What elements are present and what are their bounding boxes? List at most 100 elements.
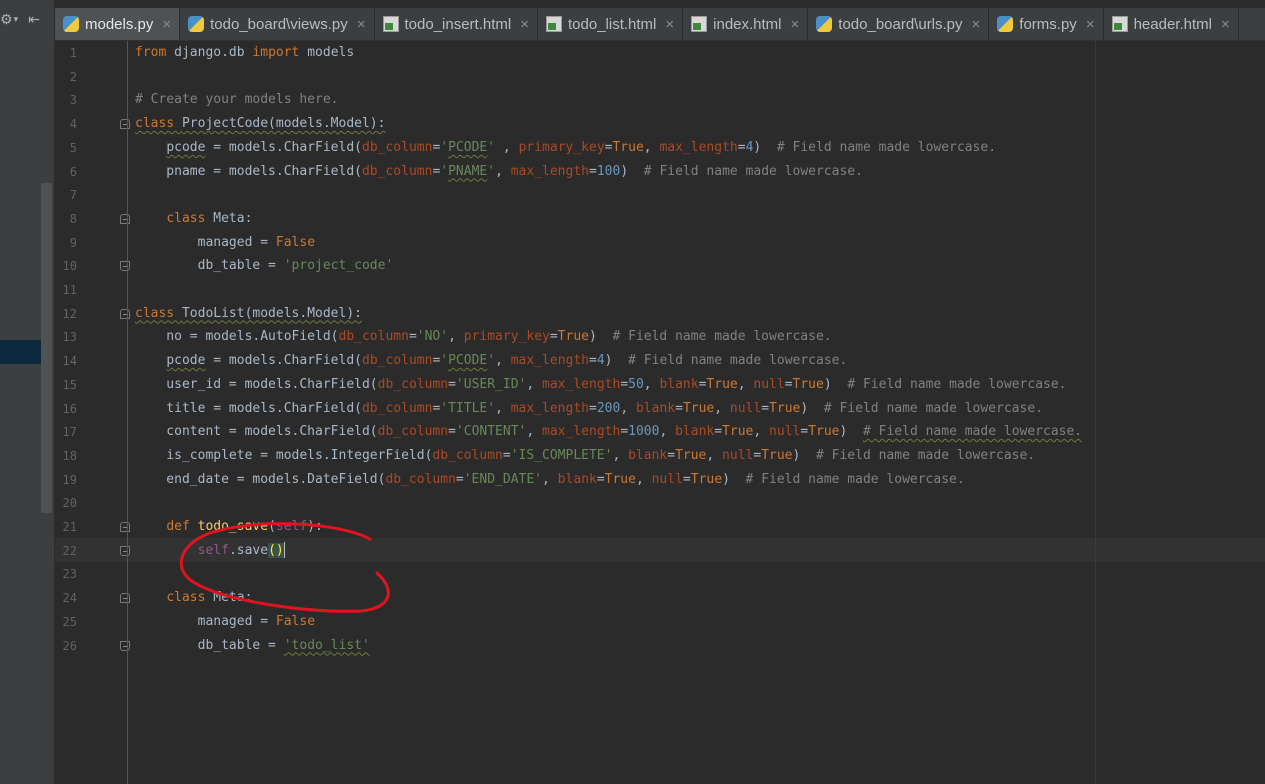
code-line[interactable]: class ProjectCode(models.Model): bbox=[135, 112, 385, 136]
code-line[interactable]: content = models.CharField(db_column='CO… bbox=[135, 420, 1082, 444]
code-token: ( bbox=[268, 519, 276, 534]
collapse-left-icon[interactable]: ⇤ bbox=[28, 12, 40, 28]
close-icon[interactable]: × bbox=[357, 16, 366, 33]
code-line[interactable]: class Meta: bbox=[135, 586, 252, 610]
code-token: , bbox=[495, 163, 511, 179]
code-token: blank bbox=[557, 471, 597, 487]
code-token: no = models.AutoField( bbox=[135, 329, 339, 345]
line-number: 18 bbox=[62, 448, 77, 463]
tab-label: todo_board\urls.py bbox=[838, 15, 963, 33]
code-token: 'TITLE' bbox=[440, 400, 496, 416]
tab-forms-py[interactable]: forms.py × bbox=[989, 8, 1104, 40]
fold-collapse-icon[interactable] bbox=[120, 213, 130, 224]
code-token: = bbox=[761, 400, 770, 416]
tab-todo-insert-html[interactable]: todo_insert.html × bbox=[375, 8, 538, 40]
code-line[interactable]: from django.db import models bbox=[135, 41, 354, 65]
line-number: 8 bbox=[69, 211, 77, 226]
code-token: False bbox=[275, 234, 316, 250]
close-icon[interactable]: × bbox=[972, 16, 981, 33]
close-icon[interactable]: × bbox=[791, 16, 800, 33]
fold-end-icon[interactable] bbox=[120, 261, 130, 272]
tab-todo-list-html[interactable]: todo_list.html × bbox=[538, 8, 684, 40]
code-token: = bbox=[502, 447, 511, 463]
close-icon[interactable]: × bbox=[665, 16, 674, 33]
code-token: # Field name made lowercase. bbox=[745, 471, 965, 487]
code-token: max_length bbox=[542, 376, 621, 392]
tab-models-py[interactable]: models.py × bbox=[55, 8, 181, 40]
code-line[interactable]: db_table = 'todo_list' bbox=[135, 634, 370, 658]
code-line[interactable]: end_date = models.DateField(db_column='E… bbox=[135, 468, 965, 492]
code-token: = bbox=[549, 329, 558, 345]
tab-header-html[interactable]: header.html × bbox=[1104, 8, 1239, 40]
code-token: PNAME bbox=[448, 163, 488, 179]
code-token: ) bbox=[823, 376, 848, 392]
code-token: True bbox=[769, 400, 801, 416]
line-number: 5 bbox=[69, 140, 77, 155]
close-icon[interactable]: × bbox=[520, 16, 529, 33]
code-line[interactable]: no = models.AutoField(db_column='NO', pr… bbox=[135, 325, 831, 349]
code-line[interactable]: is_complete = models.IntegerField(db_col… bbox=[135, 444, 1035, 468]
code-token: , bbox=[635, 471, 652, 487]
code-line[interactable]: title = models.CharField(db_column = 'TITL… bbox=[135, 397, 1043, 421]
code-token: user_id = models.CharField( bbox=[135, 376, 378, 392]
tab-index-html[interactable]: index.html × bbox=[683, 8, 809, 40]
code-token: max_length bbox=[542, 424, 621, 440]
code-token: True bbox=[604, 471, 636, 487]
code-line[interactable]: # Create your models here. bbox=[135, 88, 339, 112]
close-icon[interactable]: × bbox=[1086, 16, 1095, 33]
close-icon[interactable]: × bbox=[1221, 16, 1230, 33]
fold-end-icon[interactable] bbox=[120, 545, 130, 556]
code-line[interactable]: pcode = models.CharField(db_column = 'PCOD… bbox=[135, 349, 847, 373]
fold-end-icon[interactable] bbox=[120, 640, 130, 651]
code-line[interactable]: pcode = models.CharField(db_column = 'PCOD… bbox=[135, 136, 996, 160]
code-token: , bbox=[753, 424, 770, 440]
code-line[interactable]: self.save() bbox=[135, 539, 285, 563]
project-scrollbar[interactable] bbox=[41, 183, 52, 513]
code-token: blank bbox=[675, 424, 715, 440]
tab-label: models.py bbox=[85, 15, 154, 33]
code-token: = bbox=[589, 163, 597, 179]
code-line[interactable]: db_table = 'project_code' bbox=[135, 254, 394, 278]
code-line[interactable]: managed = False bbox=[135, 610, 315, 634]
code-token: = bbox=[714, 424, 723, 440]
close-icon[interactable]: × bbox=[162, 16, 171, 33]
code-line[interactable]: class TodoList(models.Model): bbox=[135, 302, 362, 326]
fold-collapse-icon[interactable] bbox=[120, 522, 130, 532]
code-line[interactable]: user_id = models.CharField(db_column='US… bbox=[135, 373, 1066, 397]
fold-collapse-icon[interactable] bbox=[120, 593, 130, 604]
code-line[interactable]: managed = False bbox=[135, 231, 315, 255]
code-token: ) bbox=[800, 400, 824, 416]
code-token: todo_save bbox=[197, 519, 269, 534]
code-token: from bbox=[135, 45, 175, 60]
line-number: 26 bbox=[62, 638, 77, 653]
tab-todo-board-urls-py[interactable]: todo_board\urls.py × bbox=[808, 8, 990, 40]
code-token: ' bbox=[487, 353, 496, 369]
chevron-down-icon[interactable]: ▾ bbox=[14, 15, 19, 25]
code-token: = bbox=[589, 400, 597, 416]
code-token: 50 bbox=[628, 376, 644, 392]
line-number: 6 bbox=[69, 164, 77, 179]
code-token: # Field name made lowercase. bbox=[643, 163, 863, 179]
code-token: = bbox=[753, 447, 762, 463]
code-token: # Field name made lowercase. bbox=[776, 139, 997, 155]
code-token: primary_key bbox=[518, 139, 605, 155]
line-number: 20 bbox=[62, 496, 77, 511]
line-number: 3 bbox=[69, 93, 77, 108]
fold-collapse-icon[interactable] bbox=[120, 119, 130, 130]
tab-todo-board-views-py[interactable]: todo_board\views.py × bbox=[180, 8, 375, 40]
code-token: True bbox=[612, 139, 644, 155]
code-token: = bbox=[667, 447, 676, 463]
code-token: db_column bbox=[362, 139, 433, 155]
code-editor[interactable]: 1 2 3 4 5 6 7 8 9 10 11 12 13 14 15 16 17 18 19 20 21 22 23 24 2… bbox=[55, 41, 1265, 784]
code-line[interactable]: class Meta: bbox=[135, 207, 252, 231]
gear-icon[interactable]: ⚙ bbox=[0, 12, 13, 28]
line-number: 10 bbox=[62, 259, 77, 274]
code-token: 'IS_COMPLETE' bbox=[510, 447, 613, 463]
code-token: = bbox=[620, 376, 629, 392]
line-number: 22 bbox=[62, 543, 77, 558]
code-line[interactable]: pname = models.CharField(db_column = 'PNAM… bbox=[135, 160, 863, 184]
code-line[interactable]: def todo_save(self): bbox=[135, 515, 323, 539]
fold-collapse-icon[interactable] bbox=[120, 308, 130, 319]
code-token: 4 bbox=[596, 353, 605, 369]
code-token: # Field name made lowercase. bbox=[823, 400, 1043, 416]
